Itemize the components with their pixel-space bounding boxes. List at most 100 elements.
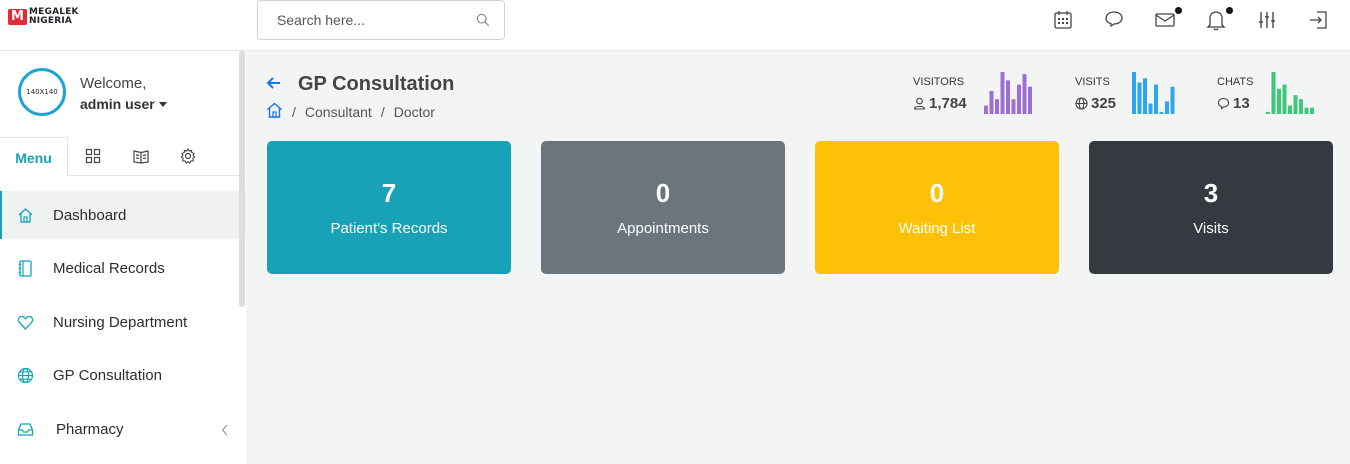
- sparkline-bar: [984, 105, 988, 114]
- top-bar: M MEGALEK NIGERIA: [0, 0, 1350, 51]
- stat-number: 13: [1233, 95, 1250, 112]
- sparkline-bar: [1022, 74, 1027, 114]
- sidebar: 140X140 Welcome, admin user Menu Dashboa…: [0, 51, 246, 464]
- avatar[interactable]: 140X140: [18, 68, 66, 116]
- sidebar-item-label: Pharmacy: [56, 421, 124, 438]
- stat-number: 325: [1091, 95, 1117, 112]
- sidebar-item-nursing-department[interactable]: Nursing Department: [0, 298, 246, 346]
- breadcrumb-separator: /: [380, 103, 385, 120]
- stat-label: VISITS: [1075, 76, 1110, 88]
- sparkline-bar: [1137, 82, 1142, 114]
- sparkline-bar: [989, 90, 994, 114]
- card-value: 0: [929, 178, 945, 208]
- sidebar-item-label: Nursing Department: [53, 314, 188, 331]
- sidebar-item-label: Medical Records: [53, 260, 165, 277]
- stat-value: 1,784: [913, 95, 967, 112]
- sparkline-bar: [1310, 107, 1314, 114]
- sparkline-visits: [1132, 72, 1175, 114]
- sparkline-bar: [1154, 84, 1158, 114]
- top-icons: [1052, 7, 1350, 31]
- breadcrumb-item-doctor: Doctor: [393, 103, 435, 120]
- stat-number: 1,784: [929, 95, 967, 112]
- globe-icon: [1075, 97, 1088, 110]
- sidebar-item-label: Dashboard: [53, 207, 127, 224]
- book-icon[interactable]: [133, 148, 149, 164]
- welcome-text: Welcome,: [80, 75, 147, 92]
- breadcrumb: / Consultant / Doctor: [266, 102, 435, 121]
- page-title: GP Consultation: [298, 73, 455, 95]
- sparkline-bar: [1304, 107, 1309, 114]
- sparkline-bar: [1017, 84, 1021, 114]
- home-icon[interactable]: [266, 102, 283, 121]
- sidebar-scrollbar[interactable]: [239, 51, 245, 307]
- stat-chats: CHATS 13: [1217, 76, 1253, 112]
- sparkline-bar: [1293, 95, 1298, 114]
- card-waiting-list[interactable]: 0 Waiting List: [815, 141, 1059, 274]
- gear-icon[interactable]: [180, 147, 196, 164]
- sidebar-item-medical-records[interactable]: Medical Records: [0, 244, 246, 292]
- sliders-icon[interactable]: [1256, 9, 1278, 31]
- chat-icon: [1217, 97, 1230, 110]
- card-visits[interactable]: 3 Visits: [1089, 141, 1333, 274]
- card-value: 7: [381, 178, 397, 208]
- user-name: admin user: [80, 96, 155, 112]
- bell-icon[interactable]: [1205, 7, 1233, 31]
- card-label: Appointments: [617, 220, 709, 237]
- search-icon[interactable]: [476, 13, 490, 32]
- sparkline-chats: [1266, 72, 1314, 114]
- sparkline-bar: [1170, 86, 1175, 114]
- globe-icon: [17, 367, 34, 384]
- card-appointments[interactable]: 0 Appointments: [541, 141, 785, 274]
- sidebar-item-pharmacy[interactable]: Pharmacy: [0, 405, 246, 453]
- chat-icon[interactable]: [1103, 9, 1125, 31]
- card-value: 3: [1203, 178, 1219, 208]
- chevron-left-icon[interactable]: [221, 423, 229, 441]
- logo-text: MEGALEK NIGERIA: [29, 8, 79, 26]
- sparkline-bar: [1282, 84, 1287, 114]
- card-value: 0: [655, 178, 671, 208]
- logo-line-2: NIGERIA: [29, 16, 73, 26]
- sparkline-bar: [1006, 80, 1010, 114]
- sparkline-visitors: [984, 72, 1032, 114]
- stat-value: 13: [1217, 95, 1253, 112]
- sparkline-bar: [1159, 111, 1164, 114]
- card-label: Visits: [1193, 220, 1229, 237]
- inbox-icon: [17, 421, 34, 438]
- sidebar-item-gp-consultation[interactable]: GP Consultation: [0, 351, 246, 399]
- sparkline-bar: [1011, 99, 1016, 114]
- mail-icon[interactable]: [1154, 7, 1182, 31]
- sparkline-bar: [1028, 86, 1032, 114]
- logout-icon[interactable]: [1307, 9, 1329, 31]
- card-label: Waiting List: [898, 220, 976, 237]
- sparkline-bar: [1266, 111, 1270, 114]
- sidebar-tabs: Menu: [0, 137, 246, 177]
- bell-notification-dot: [1226, 7, 1233, 14]
- search-box: [257, 0, 505, 40]
- caret-down-icon: [158, 101, 167, 107]
- sparkline-bar: [1165, 101, 1169, 114]
- sparkline-bar: [1271, 72, 1276, 114]
- stat-visitors: VISITORS 1,784: [913, 76, 967, 112]
- user-icon: [913, 97, 926, 110]
- tab-menu[interactable]: Menu: [0, 137, 68, 177]
- back-arrow-icon[interactable]: [266, 76, 282, 95]
- sparkline-bar: [1277, 88, 1281, 114]
- sparkline-bar: [1288, 105, 1292, 114]
- card-patients-records[interactable]: 7 Patient's Records: [267, 141, 511, 274]
- calendar-icon[interactable]: [1052, 9, 1074, 31]
- breadcrumb-separator: /: [292, 103, 296, 120]
- sidebar-item-dashboard[interactable]: Dashboard: [0, 191, 246, 239]
- sparkline-bar: [1132, 72, 1136, 114]
- brand-logo[interactable]: M MEGALEK NIGERIA: [8, 8, 79, 26]
- stat-visits: VISITS 325: [1075, 76, 1116, 112]
- card-label: Patient's Records: [330, 220, 448, 237]
- notebook-icon: [17, 260, 34, 277]
- user-menu[interactable]: admin user: [80, 96, 167, 112]
- search-input[interactable]: [277, 12, 467, 28]
- sparkline-bar: [1000, 72, 1005, 114]
- sidebar-item-label: GP Consultation: [53, 367, 162, 384]
- sparkline-bar: [995, 99, 999, 114]
- stat-value: 325: [1075, 95, 1116, 112]
- breadcrumb-item-consultant[interactable]: Consultant: [305, 104, 372, 120]
- grid-icon[interactable]: [85, 148, 101, 164]
